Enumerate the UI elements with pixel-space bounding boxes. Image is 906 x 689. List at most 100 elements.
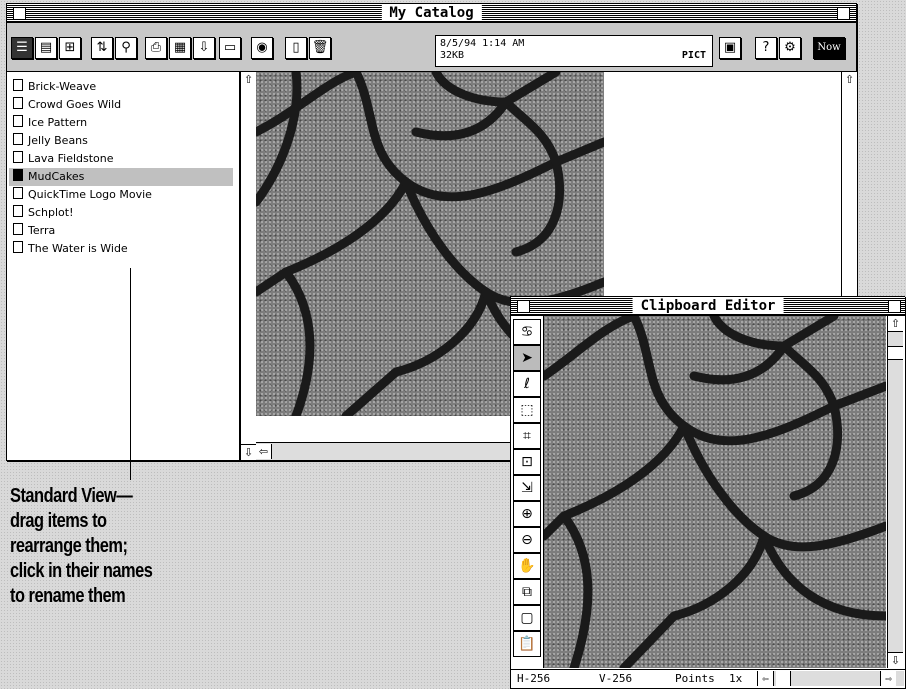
document-icon	[13, 205, 23, 217]
clipboard-scrollbar[interactable]: ⇧ ⇩	[887, 316, 903, 668]
list-item[interactable]: Jelly Beans	[13, 132, 88, 150]
scroll-up-icon[interactable]: ⇧	[888, 316, 903, 332]
tools-icon[interactable]: ⚙	[779, 37, 801, 59]
caption-line: click in their names	[10, 560, 153, 582]
scroll-thumb[interactable]	[888, 346, 903, 360]
caption-line: drag items to	[10, 510, 107, 532]
list-item[interactable]: Terra	[13, 222, 55, 240]
pointer-icon[interactable]: ➤	[513, 345, 541, 371]
clipboard-statusbar: H-256 V-256 Points 1x ⇦ ⇨	[511, 669, 905, 688]
item-label[interactable]: Brick-Weave	[28, 80, 96, 93]
paste-icon[interactable]: ▯	[285, 37, 307, 59]
item-label[interactable]: Lava Fieldstone	[28, 152, 114, 165]
list-item[interactable]: Ice Pattern	[13, 114, 87, 132]
scroll-up-icon[interactable]: ⇧	[842, 72, 857, 87]
hand-icon[interactable]: ✋	[513, 553, 541, 579]
print-all-icon[interactable]: ▦	[169, 37, 191, 59]
item-label[interactable]: Terra	[28, 224, 55, 237]
close-box[interactable]	[517, 300, 530, 313]
item-label[interactable]: Ice Pattern	[28, 116, 87, 129]
polygon-icon[interactable]: ⌗	[513, 423, 541, 449]
clipboard-titlebar[interactable]: Clipboard Editor	[511, 297, 905, 316]
info-icon[interactable]: ◉	[251, 37, 273, 59]
close-box[interactable]	[13, 7, 26, 20]
info-datetime: 8/5/94 1:14 AM	[440, 38, 525, 49]
list-item[interactable]: The Water is Wide	[13, 240, 128, 258]
frame-icon[interactable]: ▢	[513, 605, 541, 631]
scroll-up-icon[interactable]: ⇧	[241, 72, 256, 87]
document-icon	[13, 79, 23, 91]
caption-line: rearrange them;	[10, 535, 128, 557]
list-view-icon[interactable]: ▤	[35, 37, 57, 59]
lasso-pan-icon[interactable]: ♋	[513, 319, 541, 345]
item-label[interactable]: Crowd Goes Wild	[28, 98, 121, 111]
zoom-box[interactable]	[888, 300, 901, 313]
document-icon	[13, 115, 23, 127]
item-list[interactable]: Brick-Weave Crowd Goes Wild Ice Pattern …	[7, 72, 240, 460]
info-type: PICT	[681, 50, 706, 61]
document-icon	[13, 97, 23, 109]
document-icon	[13, 223, 23, 235]
zoom-in-icon[interactable]: ⊕	[513, 501, 541, 527]
info-panel: 8/5/94 1:14 AM 32KB PICT	[435, 35, 713, 67]
status-units[interactable]: Points	[675, 670, 715, 688]
sort-icon[interactable]: ⇅	[91, 37, 113, 59]
list-item[interactable]: Lava Fieldstone	[13, 150, 114, 168]
document-icon	[13, 151, 23, 163]
info-size: 32KB	[440, 50, 465, 61]
find-icon[interactable]: ⚲	[115, 37, 137, 59]
clipboard-window: Clipboard Editor ♋ ➤ ℓ ⬚ ⌗ ⊡ ⇲ ⊕ ⊖ ✋ ⧉ ▢…	[510, 296, 905, 689]
print-icon[interactable]: ⎙	[145, 37, 167, 59]
clipboard-image	[544, 316, 886, 668]
resize-icon[interactable]: ⊡	[513, 449, 541, 475]
zoom-out-icon[interactable]: ⊖	[513, 527, 541, 553]
export-icon[interactable]: ▭	[219, 37, 241, 59]
caption-line: to rename them	[10, 585, 126, 607]
status-zoom[interactable]: 1x	[729, 670, 742, 688]
lasso-icon[interactable]: ℓ	[513, 371, 541, 397]
scroll-down-icon[interactable]: ⇩	[241, 444, 256, 460]
scroll-thumb[interactable]	[776, 671, 791, 686]
item-label[interactable]: The Water is Wide	[28, 242, 128, 255]
list-item[interactable]: Crowd Goes Wild	[13, 96, 121, 114]
fit-icon[interactable]: ⧉	[513, 579, 541, 605]
zoom-box[interactable]	[837, 7, 850, 20]
list-scrollbar[interactable]: ⇧ ⇩	[240, 72, 256, 460]
import-icon[interactable]: ⇩	[193, 37, 215, 59]
list-item[interactable]: QuickTime Logo Movie	[13, 186, 152, 204]
marquee-icon[interactable]: ⬚	[513, 397, 541, 423]
list-item[interactable]: Brick-Weave	[13, 78, 96, 96]
scroll-left-icon[interactable]: ⇦	[758, 671, 774, 686]
thumbnail-view-icon[interactable]: ⊞	[59, 37, 81, 59]
callout-line	[130, 268, 131, 480]
scroll-right-icon[interactable]: ⇨	[880, 671, 896, 686]
crop-icon[interactable]: ⇲	[513, 475, 541, 501]
item-label[interactable]: Schplot!	[28, 206, 74, 219]
status-v: V-256	[599, 672, 633, 685]
list-item[interactable]: Schplot!	[13, 204, 74, 222]
picture-icon[interactable]: ▣	[719, 37, 741, 59]
item-label[interactable]: MudCakes	[28, 170, 84, 183]
clipboard-title: Clipboard Editor	[632, 298, 784, 314]
document-icon	[13, 169, 23, 181]
catalog-toolbar: ☰ ▤ ⊞ ⇅ ⚲ ⎙ ▦ ⇩ ▭ ◉ ▯ 🗑 8/5/94 1:14 AM 3…	[7, 23, 856, 72]
catalog-titlebar[interactable]: My Catalog	[7, 4, 856, 23]
clipboard-hscrollbar[interactable]: ⇦ ⇨	[757, 671, 904, 686]
catalog-title: My Catalog	[381, 5, 482, 21]
item-label[interactable]: Jelly Beans	[28, 134, 88, 147]
status-h: H-256	[517, 672, 551, 685]
scroll-left-icon[interactable]: ⇦	[256, 444, 272, 459]
trash-icon[interactable]: 🗑	[309, 37, 331, 59]
clipboard-icon[interactable]: 📋	[513, 631, 541, 657]
document-icon	[13, 187, 23, 199]
document-icon	[13, 241, 23, 253]
document-icon	[13, 133, 23, 145]
list-item-selected[interactable]: MudCakes	[9, 168, 233, 186]
standard-view-icon[interactable]: ☰	[11, 37, 33, 59]
help-icon[interactable]: ?	[755, 37, 777, 59]
caption-line: Standard View—	[10, 485, 133, 507]
item-label[interactable]: QuickTime Logo Movie	[28, 188, 152, 201]
caption: Standard View— drag items to rearrange t…	[10, 484, 199, 609]
scroll-down-icon[interactable]: ⇩	[888, 652, 903, 668]
now-button[interactable]: Now	[813, 37, 845, 59]
